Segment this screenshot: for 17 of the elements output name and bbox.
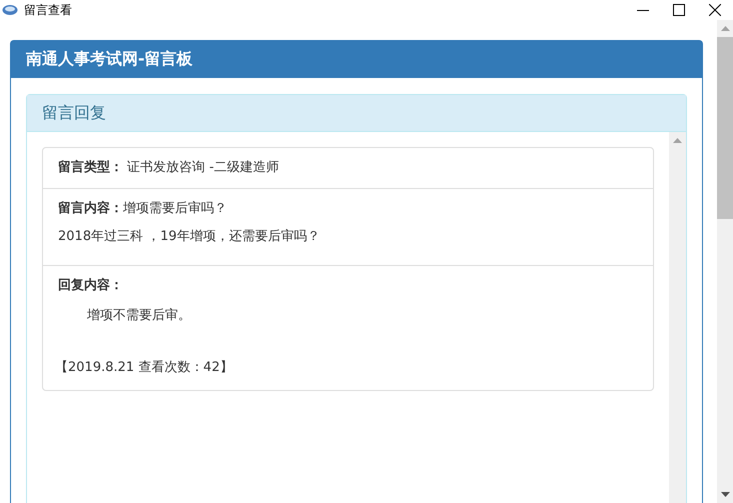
message-type: 留言类型： 证书发放咨询 -二级建造师 bbox=[58, 158, 280, 177]
window-scrollbar[interactable] bbox=[717, 20, 733, 503]
board-title: 南通人事考试网-留言板 bbox=[11, 41, 702, 78]
panel-title: 留言回复 bbox=[27, 95, 686, 132]
message-body: 2018年过三科 ，19年增项，还需要后审吗？ bbox=[58, 228, 321, 246]
message-title: 留言内容：增项需要后审吗？ bbox=[58, 200, 228, 218]
window-title: 留言查看 bbox=[24, 2, 73, 18]
inner-scrollbar[interactable] bbox=[669, 132, 686, 503]
app-icon bbox=[2, 4, 18, 16]
scroll-up-icon[interactable] bbox=[720, 26, 730, 31]
maximize-icon bbox=[673, 4, 685, 16]
scroll-down-icon[interactable] bbox=[720, 492, 730, 497]
scroll-up-icon[interactable] bbox=[673, 138, 682, 143]
close-icon bbox=[709, 4, 721, 16]
message-footer: 【2019.8.21 查看次数：42】 bbox=[55, 358, 638, 378]
reply-label: 回复内容： bbox=[58, 276, 124, 295]
reply-body: 增项不需要后审。 bbox=[86, 307, 192, 325]
